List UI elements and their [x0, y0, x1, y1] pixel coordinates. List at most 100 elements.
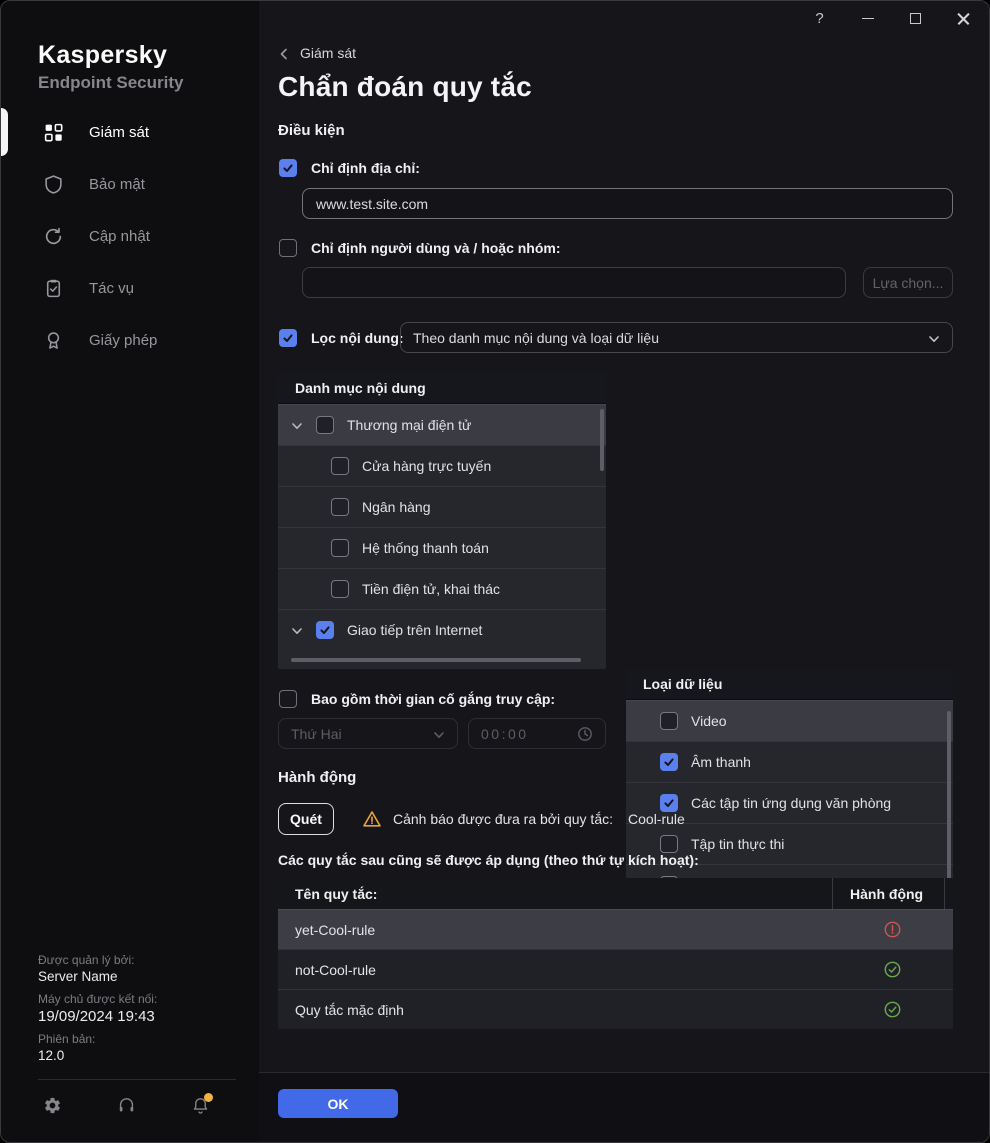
content-filter-selected: Theo danh mục nội dung và loại dữ liệu	[413, 329, 659, 346]
ok-button[interactable]: OK	[278, 1089, 398, 1118]
category-row-giao-tiep[interactable]: Giao tiếp trên Internet	[278, 609, 606, 650]
address-checkbox[interactable]	[279, 159, 297, 177]
sidebar-divider	[38, 1079, 236, 1080]
refresh-icon	[43, 226, 64, 247]
brand-subtitle: Endpoint Security	[38, 73, 184, 92]
active-nav-indicator	[1, 108, 8, 156]
notification-dot	[204, 1093, 213, 1102]
headset-icon[interactable]	[117, 1096, 136, 1115]
rule-name-cell: not-Cool-rule	[295, 961, 376, 978]
tasks-icon	[43, 278, 64, 299]
category-label: Ngân hàng	[362, 499, 431, 515]
clock-icon	[577, 726, 593, 742]
horizontal-scrollbar[interactable]	[291, 658, 581, 662]
ok-button-label: OK	[327, 1095, 349, 1112]
datatype-label: Các tập tin ứng dụng văn phòng	[691, 795, 892, 811]
shield-icon	[43, 174, 64, 195]
category-checkbox[interactable]	[316, 621, 334, 639]
breadcrumb-label: Giám sát	[300, 45, 357, 61]
category-row-cua-hang[interactable]: Cửa hàng trực tuyến	[278, 445, 606, 486]
sidebar-item-bao-mat[interactable]: Bảo mật	[1, 158, 259, 210]
warning-rule-name: Cool-rule	[628, 811, 685, 827]
categories-panel-header: Danh mục nội dung	[278, 373, 606, 404]
content-filter-select[interactable]: Theo danh mục nội dung và loại dữ liệu	[400, 322, 953, 353]
address-label: Chỉ định địa chỉ:	[311, 160, 420, 176]
time-checkbox[interactable]	[279, 690, 297, 708]
address-input[interactable]: www.test.site.com	[302, 188, 953, 219]
maximize-icon[interactable]	[908, 11, 923, 26]
address-value: www.test.site.com	[316, 195, 429, 212]
content-filter-checkbox[interactable]	[279, 329, 297, 347]
datatype-row-video[interactable]: Video	[626, 700, 953, 741]
sidebar-item-label: Giấy phép	[89, 331, 158, 349]
category-checkbox[interactable]	[331, 539, 349, 557]
day-select[interactable]: Thứ Hai	[278, 718, 458, 749]
select-users-button[interactable]: Lựa chọn...	[863, 267, 953, 298]
datatype-label: Tập tin thực thi	[691, 836, 785, 852]
server-info: Được quản lý bởi: Server Name Máy chủ đư…	[38, 954, 157, 1071]
rule-name-cell: yet-Cool-rule	[295, 921, 376, 938]
table-row[interactable]: not-Cool-rule	[278, 949, 953, 989]
chevron-down-icon	[433, 728, 445, 740]
rules-table-caption: Các quy tắc sau cũng sẽ được áp dụng (th…	[278, 852, 699, 868]
category-checkbox[interactable]	[331, 498, 349, 516]
category-row-he-thong[interactable]: Hệ thống thanh toán	[278, 527, 606, 568]
chevron-down-icon[interactable]	[291, 624, 303, 636]
datatype-label: Âm thanh	[691, 754, 751, 770]
sidebar-item-giam-sat[interactable]: Giám sát	[1, 106, 259, 158]
users-checkbox[interactable]	[279, 239, 297, 257]
datatype-checkbox[interactable]	[660, 753, 678, 771]
category-label: Cửa hàng trực tuyến	[362, 458, 492, 474]
users-input[interactable]	[302, 267, 846, 298]
warning-status-icon	[883, 920, 902, 939]
footer-bar: OK	[259, 1072, 989, 1142]
category-label: Thương mại điện tử	[347, 417, 472, 433]
rule-name-cell: Quy tắc mặc định	[295, 1001, 404, 1018]
managed-by-value: Server Name	[38, 969, 118, 984]
connected-label: Máy chủ được kết nối:	[38, 991, 158, 1006]
sidebar-item-giay-phep[interactable]: Giấy phép	[1, 314, 259, 366]
category-row-ngan-hang[interactable]: Ngân hàng	[278, 486, 606, 527]
time-input[interactable]: 00:00	[468, 718, 606, 749]
datatype-checkbox[interactable]	[660, 835, 678, 853]
category-row-thuong-mai[interactable]: Thương mại điện tử	[278, 404, 606, 445]
category-checkbox[interactable]	[331, 457, 349, 475]
time-value: 00:00	[481, 725, 529, 742]
category-label: Giao tiếp trên Internet	[347, 622, 483, 638]
category-row-tien-dien-tu[interactable]: Tiền điện tử, khai thác	[278, 568, 606, 609]
version-label: Phiên bản:	[38, 1031, 96, 1046]
datatype-checkbox[interactable]	[660, 712, 678, 730]
gear-icon[interactable]	[43, 1096, 62, 1115]
chevron-left-icon	[278, 47, 290, 60]
bell-icon[interactable]	[191, 1093, 213, 1115]
address-checkbox-row: Chỉ định địa chỉ:	[279, 159, 420, 177]
vertical-scrollbar[interactable]	[600, 409, 604, 471]
scan-button[interactable]: Quét	[278, 803, 334, 835]
chevron-down-icon[interactable]	[291, 419, 303, 431]
category-label: Tiền điện tử, khai thác	[362, 581, 501, 597]
breadcrumb[interactable]: Giám sát	[278, 45, 356, 61]
sidebar-nav: Giám sát Bảo mật Cập nhật Tác vụ Giấy ph…	[1, 106, 259, 366]
select-users-button-label: Lựa chọn...	[872, 274, 944, 291]
version-value: 12.0	[38, 1047, 65, 1063]
category-checkbox[interactable]	[331, 580, 349, 598]
column-header-action[interactable]: Hành động	[832, 878, 944, 909]
vertical-scrollbar[interactable]	[947, 711, 951, 891]
datatype-row-am-thanh[interactable]: Âm thanh	[626, 741, 953, 782]
close-icon[interactable]	[956, 11, 971, 26]
scan-button-label: Quét	[290, 811, 322, 827]
table-row[interactable]: Quy tắc mặc định	[278, 989, 953, 1029]
content-filter-checkbox-row: Lọc nội dung:	[279, 329, 404, 347]
users-label: Chỉ định người dùng và / hoặc nhóm:	[311, 240, 561, 256]
action-heading: Hành động	[278, 769, 357, 786]
help-icon[interactable]: ?	[812, 10, 827, 27]
window-controls: ?	[812, 10, 971, 27]
minimize-icon[interactable]	[860, 11, 875, 26]
sidebar-item-tac-vu[interactable]: Tác vụ	[1, 262, 259, 314]
content-filter-label: Lọc nội dung:	[311, 330, 404, 346]
sidebar-item-cap-nhat[interactable]: Cập nhật	[1, 210, 259, 262]
category-checkbox[interactable]	[316, 416, 334, 434]
table-row[interactable]: yet-Cool-rule	[278, 909, 953, 949]
column-header-name[interactable]: Tên quy tắc:	[278, 886, 832, 902]
conditions-heading: Điều kiện	[278, 122, 345, 139]
